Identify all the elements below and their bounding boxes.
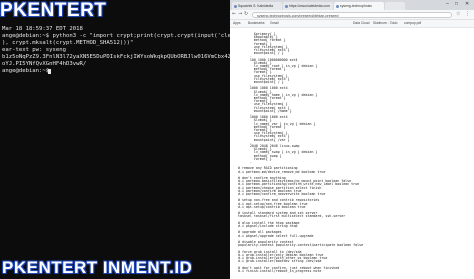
tab-label: https://www.kaleidedia.com: [289, 4, 330, 8]
bookmark-bookmarks[interactable]: Bookmarks: [248, 21, 265, 26]
source-line: tasksel tasksel/first multiselect standa…: [238, 214, 346, 219]
terminal-cursor: [48, 68, 51, 74]
tab-2[interactable]: https://www.kaleidedia.com: [283, 2, 333, 10]
terminal-window[interactable]: Mar 18 18:59:37 EDT 2018 ange@debian:~$ p…: [0, 0, 230, 279]
source-line: .: [238, 160, 252, 164]
terminal-line: ), crypt.mksalt(crypt.METHOD_SHA512)))": [2, 40, 134, 46]
bookmark-data-cloud[interactable]: Data Cloud: [353, 21, 370, 26]
terminal-line: b1z5oNqPzZ9.3FnlN3l72yaXN5E5DuPDIskFckjI…: [2, 54, 230, 60]
maximize-icon[interactable]: □: [455, 1, 458, 7]
tab-label: Squashfs S. Kaleidedia: [238, 4, 274, 8]
bookmark-apps[interactable]: Apps: [233, 21, 241, 26]
forward-icon[interactable]: →: [238, 11, 242, 17]
minimize-icon[interactable]: –: [446, 1, 449, 7]
tab-4[interactable]: [385, 2, 405, 10]
url-input[interactable]: syseng-technophosis.com/preseed/debian-p…: [252, 11, 452, 18]
bookmarks-bar: Apps Bookmarks Gmail Data Cloud Skidmore…: [230, 20, 474, 28]
tab-1[interactable]: Squashfs S. Kaleidedia: [232, 2, 282, 10]
bookmark-gmail[interactable]: Gmail: [270, 21, 279, 26]
terminal-line: Mar 18 18:59:37 EDT 2018: [2, 26, 83, 32]
favicon-icon: [284, 4, 288, 8]
source-line: d-i partman-md/device_remove_md boolean …: [238, 169, 326, 174]
browser-window: Squashfs S. Kaleidedia https://www.kalei…: [230, 0, 474, 279]
bookmark-skidmore[interactable]: Skidmore - Tokio: [373, 21, 398, 26]
watermark-logo-bottom: PKENTERT INMENT.ID: [2, 258, 193, 277]
source-line: d-i grub-installer/bootdev string /dev/s…: [238, 259, 322, 264]
star-icon[interactable]: ☆: [456, 11, 460, 17]
watermark-logo: PKENTERT: [0, 0, 107, 21]
tab-bar: Squashfs S. Kaleidedia https://www.kalei…: [230, 0, 474, 10]
reload-icon[interactable]: ↻: [244, 11, 248, 17]
source-line: d-i partman/confirm_nooverwrite boolean …: [238, 192, 326, 196]
source-line: d-i pkgsel/upgrade select full-upgrade: [238, 233, 314, 238]
favicon-icon: [233, 4, 237, 8]
address-bar: ← → ↻ syseng-technophosis.com/preseed/de…: [230, 10, 474, 20]
tab-3[interactable]: syseng-technophosis: [334, 2, 384, 10]
terminal-line: ange@debian:~$ python3 -c "import crypt;…: [2, 33, 230, 39]
back-icon[interactable]: ←: [232, 11, 236, 17]
source-line: d-i finish-install/reboot_in_progress no…: [238, 268, 322, 273]
terminal-line: ear-text pw: syseng: [2, 47, 66, 53]
favicon-icon: [335, 4, 339, 8]
terminal-line: ange@debian:~$: [2, 68, 50, 74]
bookmark-compop[interactable]: compop.pdf: [404, 21, 421, 26]
page-source-content[interactable]: $primary{ } $bootable{ } method{ format …: [230, 28, 474, 279]
source-line: popularity-contest popularity-contest/pa…: [238, 243, 364, 248]
source-line: d-i pkgsel/include string htop: [238, 224, 298, 228]
menu-icon[interactable]: ⋮: [465, 11, 470, 17]
source-line: d-i apt-setup/contrib boolean true: [238, 204, 306, 209]
terminal-line: oYJ.PI5YNfQvXGnHF4hD3vwR/: [2, 61, 87, 67]
close-icon[interactable]: ✕: [465, 1, 469, 7]
tab-label: syseng-technophosis: [340, 4, 372, 8]
